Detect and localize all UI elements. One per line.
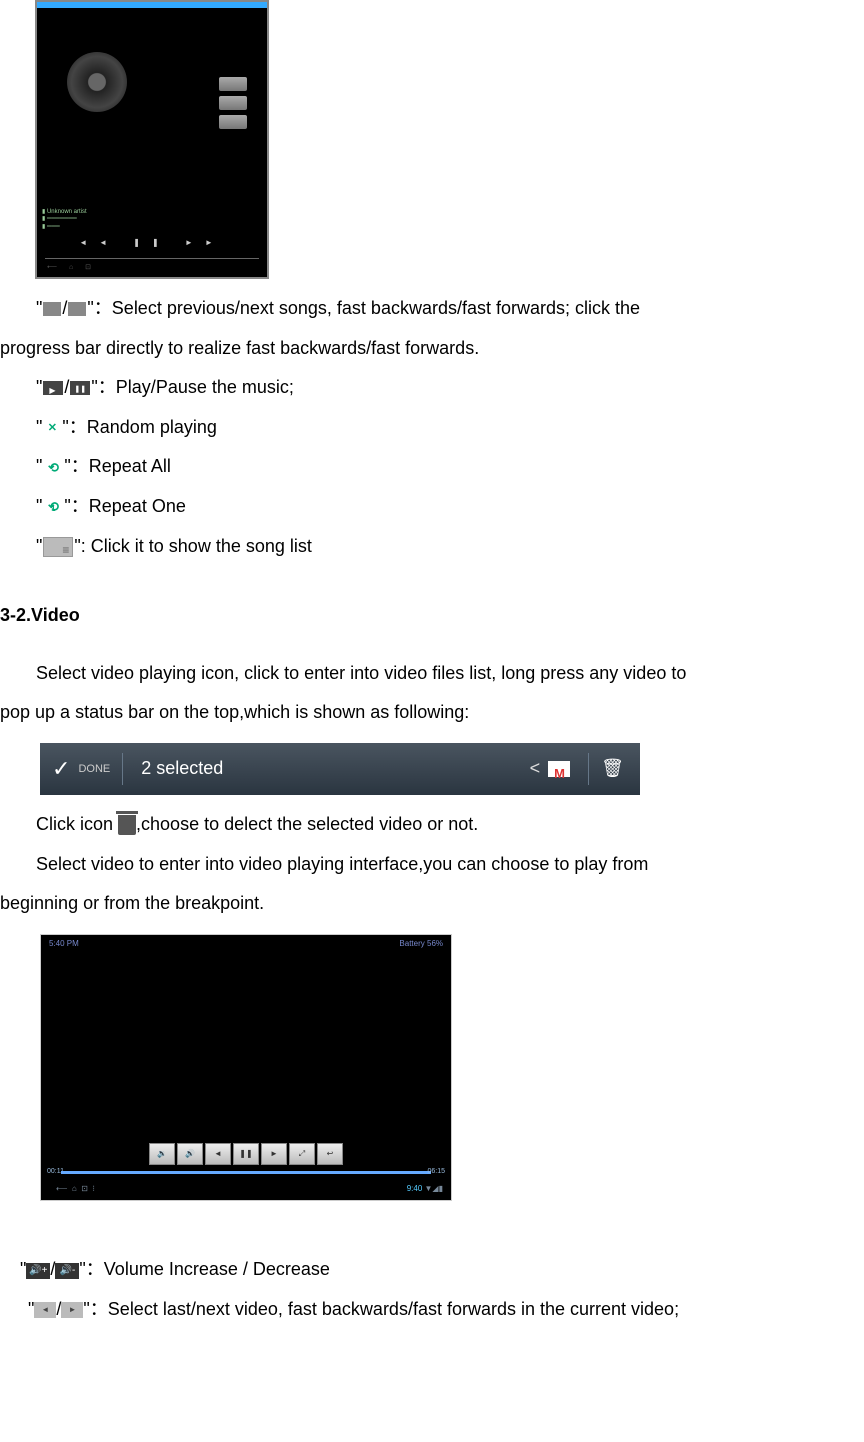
previous-icon <box>43 302 61 316</box>
video-prev-icon: ◄ <box>34 1302 56 1318</box>
play-pause-description: "/"：Play/Pause the music; <box>0 368 864 408</box>
trash-inline-icon <box>118 815 136 835</box>
track-info: ▮ Unknown artist ▮ ═══════ ▮ ═══ <box>42 209 87 232</box>
video-section-heading: 3-2.Video <box>0 596 864 636</box>
pause-icon <box>70 381 90 395</box>
video-nav-description: "◄/►"：Select last/next video, fast backw… <box>0 1290 864 1330</box>
done-label: DONE <box>78 757 110 781</box>
album-art-disc <box>67 52 127 112</box>
trash-description: Click icon ,choose to delect the selecte… <box>0 805 864 845</box>
repeat-one-icon: ⟲ <box>43 500 63 514</box>
video-controls: 🔉 🔊 ◄ ❚❚ ► ⤢ ↩ <box>149 1143 343 1165</box>
trash-icon: 🗑 <box>601 749 624 789</box>
volume-up-icon: 🔊+ <box>26 1263 50 1279</box>
video-play-1: Select video to enter into video playing… <box>0 845 864 885</box>
prev-next-description: "/"：Select previous/next songs, fast bac… <box>0 289 864 329</box>
repeat-one-description: "⟲"：Repeat One <box>0 487 864 527</box>
shuffle-icon: ✕ <box>43 421 61 435</box>
video-battery: Battery 56% <box>399 935 443 949</box>
repeat-all-icon: ⟲ <box>43 461 63 475</box>
video-player-screenshot: 5:40 PM Battery 56% 🔉 🔊 ◄ ❚❚ ► ⤢ ↩ 00:11… <box>40 934 452 1201</box>
prev-next-cont: progress bar directly to realize fast ba… <box>0 329 864 369</box>
volume-description: "🔊+/🔊-"：Volume Increase / Decrease <box>0 1250 864 1290</box>
check-icon: ✓ <box>52 745 70 793</box>
repeat-all-description: "⟲"：Repeat All <box>0 447 864 487</box>
song-list-description: "": Click it to show the song list <box>0 527 864 567</box>
volume-down-icon: 🔊- <box>55 1263 79 1279</box>
selection-status-bar: ✓ DONE 2 selected < 🗑 <box>40 743 640 795</box>
video-intro-1: Select video playing icon, click to ente… <box>0 654 864 694</box>
selection-count: 2 selected <box>141 749 529 789</box>
video-intro-2: pop up a status bar on the top,which is … <box>0 693 864 733</box>
video-play-2: beginning or from the breakpoint. <box>0 884 864 924</box>
music-player-screenshot: ▮ Unknown artist ▮ ═══════ ▮ ═══ ◄◄ ❚❚ ►… <box>35 0 269 279</box>
video-next-icon: ► <box>61 1302 83 1318</box>
list-icon <box>43 537 73 557</box>
video-time-tl: 5:40 PM <box>49 935 79 949</box>
play-icon <box>43 381 63 395</box>
music-controls: ◄◄ ❚❚ ►► <box>37 234 267 252</box>
next-icon <box>68 302 86 316</box>
random-description: "✕"：Random playing <box>0 408 864 448</box>
gmail-icon <box>548 761 570 777</box>
share-icon: < <box>530 749 541 789</box>
